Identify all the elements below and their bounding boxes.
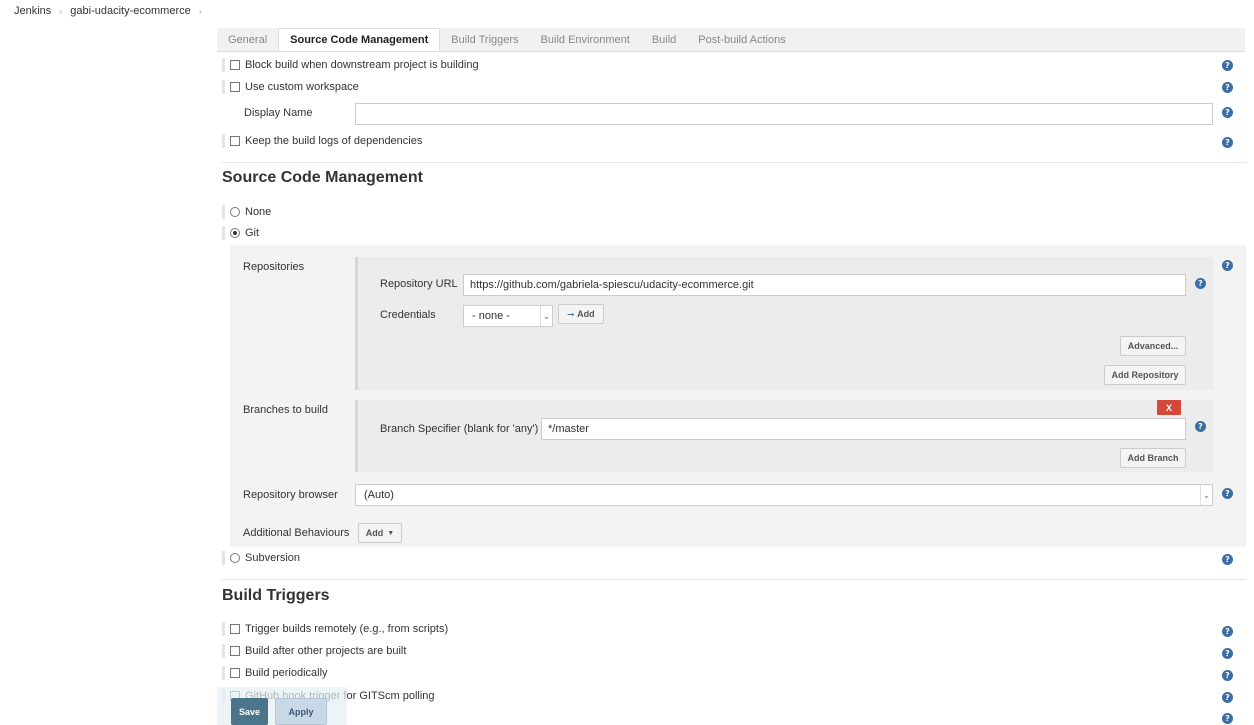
tab-post-build-actions[interactable]: Post-build Actions xyxy=(687,28,796,51)
trigger-after-other-label: Build after other projects are built xyxy=(245,645,407,657)
option-bar xyxy=(222,58,225,72)
block-downstream-option[interactable]: Block build when downstream project is b… xyxy=(222,58,1246,72)
help-icon[interactable]: ? xyxy=(1195,278,1206,289)
save-button[interactable]: Save xyxy=(231,698,268,725)
credentials-select[interactable]: - none - ⌄ xyxy=(463,305,553,327)
help-icon[interactable]: ? xyxy=(1222,626,1233,637)
option-bar xyxy=(222,622,225,636)
breadcrumb: Jenkins › gabi-udacity-ecommerce › xyxy=(0,0,210,22)
breadcrumb-separator-icon: › xyxy=(198,6,202,16)
keep-logs-option[interactable]: Keep the build logs of dependencies xyxy=(222,134,1246,148)
tab-build[interactable]: Build xyxy=(641,28,687,51)
custom-workspace-checkbox[interactable] xyxy=(230,82,240,92)
branches-label: Branches to build xyxy=(243,404,328,416)
branch-specifier-label: Branch Specifier (blank for 'any') xyxy=(380,423,539,435)
config-tabs: General Source Code Management Build Tri… xyxy=(217,28,1245,52)
tab-build-triggers[interactable]: Build Triggers xyxy=(440,28,529,51)
repository-url-label: Repository URL xyxy=(380,278,458,290)
trigger-after-other-checkbox[interactable] xyxy=(230,646,240,656)
help-icon[interactable]: ? xyxy=(1222,107,1233,118)
help-icon[interactable]: ? xyxy=(1222,713,1233,724)
option-bar xyxy=(222,205,225,219)
option-bar xyxy=(222,666,225,680)
repository-browser-value: (Auto) xyxy=(364,489,394,501)
credentials-label: Credentials xyxy=(380,309,436,321)
help-icon[interactable]: ? xyxy=(1222,554,1233,565)
breadcrumb-project[interactable]: gabi-udacity-ecommerce xyxy=(70,5,190,17)
trigger-after-other-option[interactable]: Build after other projects are built xyxy=(222,644,1246,658)
custom-workspace-label: Use custom workspace xyxy=(245,81,359,93)
option-bar xyxy=(222,644,225,658)
breadcrumb-jenkins[interactable]: Jenkins xyxy=(14,5,51,17)
add-behaviour-button[interactable]: Add ▼ xyxy=(358,523,402,543)
scm-git-radio[interactable] xyxy=(230,228,240,238)
display-name-input[interactable] xyxy=(355,103,1213,125)
trigger-github-hook-option[interactable]: GitHub hook trigger for GITScm polling xyxy=(222,689,1246,703)
scm-none-label: None xyxy=(245,206,272,218)
tab-general[interactable]: General xyxy=(217,28,278,51)
branch-specifier-input[interactable]: */master xyxy=(541,418,1186,440)
breadcrumb-separator-icon: › xyxy=(59,6,63,16)
caret-down-icon: ▼ xyxy=(387,529,395,537)
trigger-remote-option[interactable]: Trigger builds remotely (e.g., from scri… xyxy=(222,622,1246,636)
repositories-label: Repositories xyxy=(243,261,305,273)
trigger-periodically-label: Build periodically xyxy=(245,667,328,679)
help-icon[interactable]: ? xyxy=(1222,692,1233,703)
advanced-button[interactable]: Advanced... xyxy=(1120,336,1186,356)
option-bar xyxy=(222,80,225,94)
option-bar xyxy=(222,134,225,148)
trigger-remote-label: Trigger builds remotely (e.g., from scri… xyxy=(245,623,449,635)
chevron-down-icon: ⌄ xyxy=(540,306,552,326)
help-icon[interactable]: ? xyxy=(1222,670,1233,681)
key-icon: ⊸ xyxy=(567,309,575,319)
help-icon[interactable]: ? xyxy=(1195,421,1206,432)
tab-source-code-management[interactable]: Source Code Management xyxy=(278,28,441,51)
add-branch-button[interactable]: Add Branch xyxy=(1120,448,1186,468)
help-icon[interactable]: ? xyxy=(1222,60,1233,71)
scm-none-option[interactable]: None xyxy=(222,205,1246,219)
section-divider xyxy=(222,162,1246,163)
help-icon[interactable]: ? xyxy=(1222,488,1233,499)
credentials-value: - none - xyxy=(472,310,510,322)
block-downstream-label: Block build when downstream project is b… xyxy=(245,59,479,71)
custom-workspace-option[interactable]: Use custom workspace xyxy=(222,80,1246,94)
scm-git-label: Git xyxy=(245,227,260,239)
add-credentials-button[interactable]: ⊸ Add xyxy=(558,304,604,324)
trigger-periodically-option[interactable]: Build periodically xyxy=(222,666,1246,680)
trigger-remote-checkbox[interactable] xyxy=(230,624,240,634)
scm-section-title: Source Code Management xyxy=(222,169,423,186)
add-credentials-label: Add xyxy=(577,309,595,319)
scm-git-option[interactable]: Git xyxy=(222,226,1246,240)
scm-subversion-label: Subversion xyxy=(245,552,301,564)
help-icon[interactable]: ? xyxy=(1222,648,1233,659)
apply-button[interactable]: Apply xyxy=(275,698,327,725)
block-downstream-checkbox[interactable] xyxy=(230,60,240,70)
option-bar xyxy=(222,226,225,240)
help-icon[interactable]: ? xyxy=(1222,82,1233,93)
additional-behaviours-label: Additional Behaviours xyxy=(243,527,350,539)
display-name-label: Display Name xyxy=(244,107,313,119)
section-divider xyxy=(222,579,1246,580)
scm-subversion-option[interactable]: Subversion xyxy=(222,551,1246,565)
keep-logs-checkbox[interactable] xyxy=(230,136,240,146)
chevron-down-icon: ⌄ xyxy=(1200,485,1212,505)
tab-build-environment[interactable]: Build Environment xyxy=(530,28,641,51)
trigger-periodically-checkbox[interactable] xyxy=(230,668,240,678)
add-behaviour-label: Add xyxy=(365,528,384,538)
delete-branch-button[interactable]: X xyxy=(1157,400,1181,415)
option-bar xyxy=(222,551,225,565)
repository-browser-select[interactable]: (Auto) ⌄ xyxy=(355,484,1213,506)
repository-browser-label: Repository browser xyxy=(243,489,338,501)
help-icon[interactable]: ? xyxy=(1222,137,1233,148)
add-repository-button[interactable]: Add Repository xyxy=(1104,365,1186,385)
help-icon[interactable]: ? xyxy=(1222,260,1233,271)
keep-logs-label: Keep the build logs of dependencies xyxy=(245,135,423,147)
repository-url-input[interactable]: https://github.com/gabriela-spiescu/udac… xyxy=(463,274,1186,296)
scm-subversion-radio[interactable] xyxy=(230,553,240,563)
build-triggers-title: Build Triggers xyxy=(222,587,330,604)
scm-none-radio[interactable] xyxy=(230,207,240,217)
